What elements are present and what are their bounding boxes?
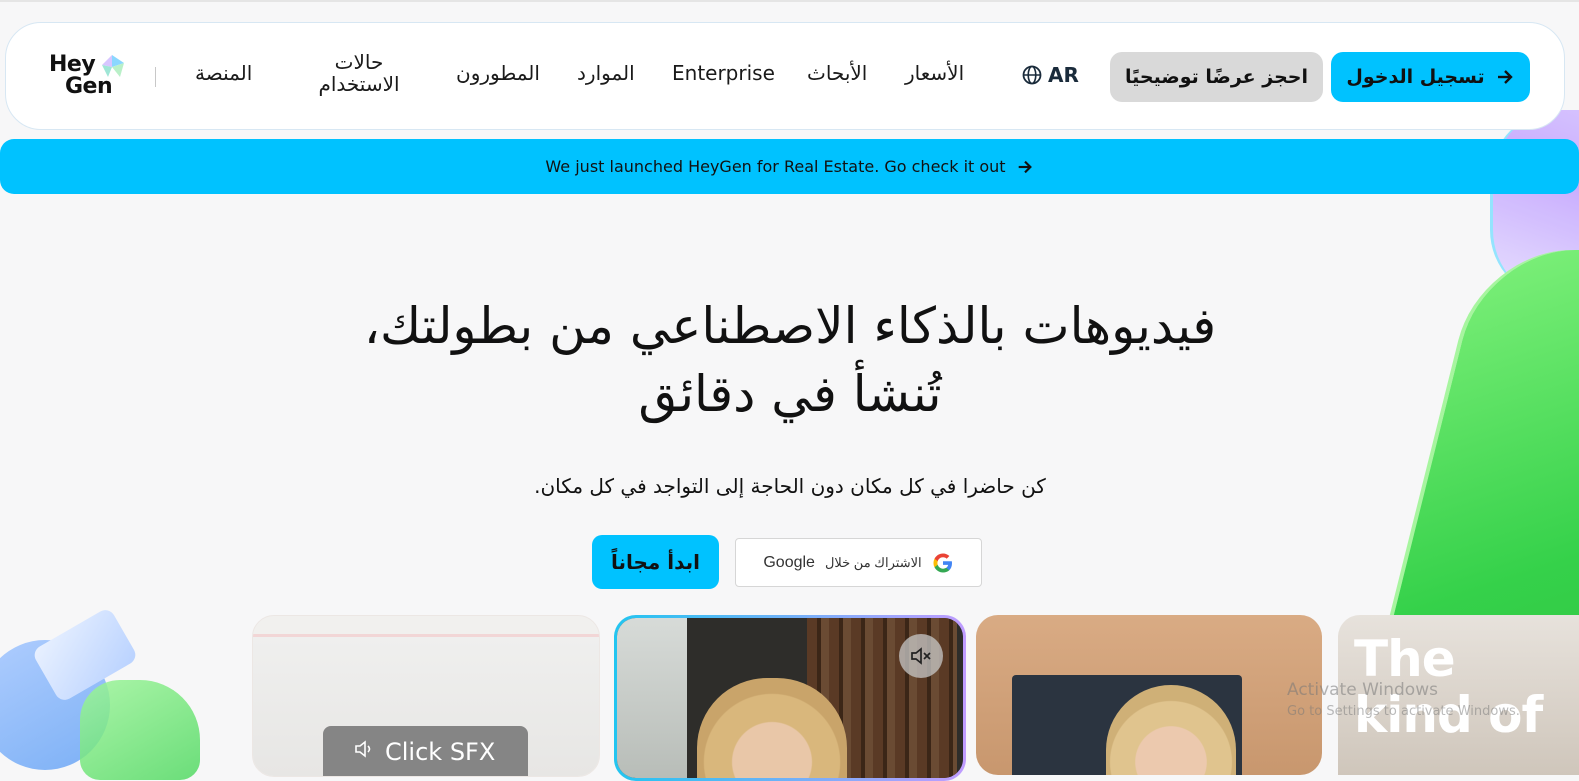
hero-title: فيديوهات بالذكاء الاصطناعي من بطولتك، تُ… [230, 292, 1350, 428]
google-signup-button[interactable]: Google الاشتراك من خلال [735, 538, 982, 587]
windows-activation-hint: Go to Settings to activate Windows. [1287, 704, 1520, 719]
nav-use-cases-line1: حالات [334, 50, 384, 74]
decorative-green-left-shape [80, 680, 200, 780]
google-icon [933, 553, 952, 572]
arrow-right-icon [1018, 160, 1032, 173]
hero-subtitle: كن حاضرا في كل مكان دون الحاجة إلى التوا… [534, 474, 1046, 498]
click-sfx-label: Click SFX [385, 738, 496, 766]
heygen-logo[interactable]: Hey Gen [49, 52, 129, 102]
hero-title-line2: تُنشأ في دقائق [638, 365, 942, 423]
google-brand-label: Google [763, 553, 815, 571]
logo-mark-icon [102, 55, 124, 77]
speaker-icon [355, 740, 371, 758]
nav-research[interactable]: الأبحاث [807, 61, 867, 85]
mute-button[interactable] [899, 634, 943, 678]
announcement-banner[interactable]: We just launched HeyGen for Real Estate.… [0, 139, 1579, 194]
video-card-avatar-2[interactable] [976, 615, 1322, 775]
language-label: AR [1048, 63, 1079, 87]
nav-platform[interactable]: المنصة [195, 61, 252, 85]
video-card-sfx[interactable]: Click SFX [252, 615, 600, 777]
nav-use-cases-line2: الاستخدام [318, 72, 400, 96]
language-selector[interactable]: AR [1022, 63, 1079, 87]
start-free-button[interactable]: ابدأ مجاناً [592, 535, 719, 589]
nav-use-cases[interactable]: حالات الاستخدام [304, 51, 414, 95]
card-big-text-line1: The [1354, 630, 1456, 688]
card-window-bg [617, 618, 687, 778]
header-divider [155, 67, 156, 87]
login-button[interactable]: تسجيل الدخول [1331, 52, 1530, 102]
nav-enterprise[interactable]: Enterprise [672, 61, 775, 85]
nav-resources[interactable]: الموارد [577, 61, 635, 85]
arrow-right-icon [1497, 70, 1513, 84]
top-border [0, 0, 1579, 2]
announcement-text: We just launched HeyGen for Real Estate.… [545, 157, 1006, 176]
video-card-avatar-1[interactable] [614, 615, 966, 781]
nav-developers[interactable]: المطورون [456, 61, 540, 85]
hero-title-line1: فيديوهات بالذكاء الاصطناعي من بطولتك، [363, 297, 1217, 355]
click-sfx-button[interactable]: Click SFX [323, 726, 528, 776]
book-demo-button[interactable]: احجز عرضًا توضيحيًا [1110, 52, 1323, 102]
windows-activation-watermark: Activate Windows [1287, 680, 1438, 700]
google-signup-label: الاشتراك من خلال [824, 554, 922, 570]
muted-speaker-icon [911, 647, 931, 665]
nav-pricing[interactable]: الأسعار [905, 61, 964, 85]
globe-icon [1022, 65, 1042, 85]
login-label: تسجيل الدخول [1346, 66, 1485, 88]
site-header: Hey Gen المنصة حالات الاستخدام المطورون … [5, 22, 1565, 130]
